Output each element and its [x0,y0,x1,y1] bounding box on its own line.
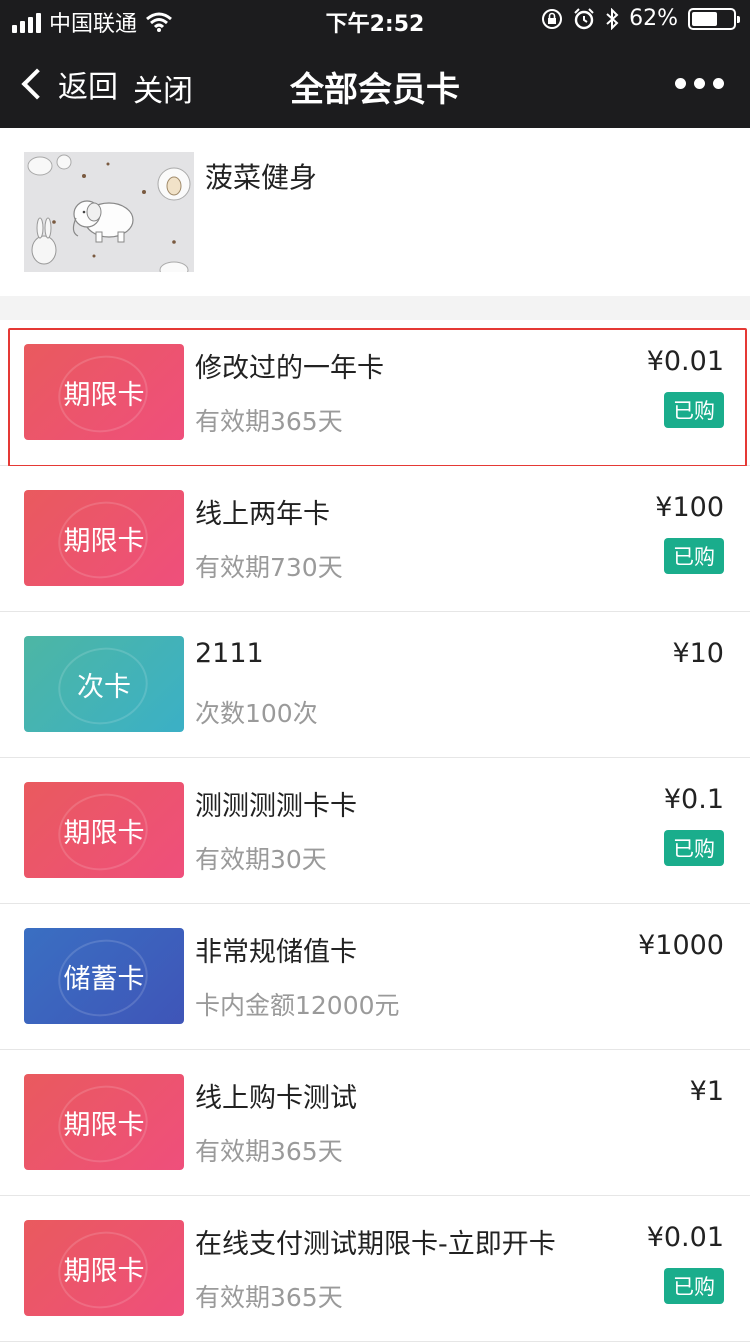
card-price: ¥10 [672,638,724,669]
card-subtitle: 有效期365天 [195,407,343,436]
card-title: 线上购卡测试 [195,1083,357,1114]
card-type-badge: 储蓄卡 [24,928,184,1024]
card-title: 非常规储值卡 [195,937,357,968]
purchased-tag: 已购 [664,1268,724,1304]
status-right: 62% [541,6,740,31]
purchased-tag: 已购 [664,538,724,574]
card-title: 修改过的一年卡 [195,353,384,384]
purchased-tag: 已购 [664,392,724,428]
section-divider [0,296,750,320]
card-type-badge: 期限卡 [24,1074,184,1170]
nav-bar: 返回 关闭 全部会员卡 [0,40,750,128]
card-price: ¥100 [655,492,724,523]
card-row[interactable]: 期限卡 修改过的一年卡 有效期365天 ¥0.01 已购 [0,320,750,467]
page-title: 全部会员卡 [290,70,460,110]
store-name: 菠菜健身 [205,161,318,194]
card-price: ¥0.01 [646,346,724,377]
card-title: 2111 [195,638,264,669]
card-type-badge: 期限卡 [24,782,184,878]
card-row[interactable]: 次卡 2111 次数100次 ¥10 [0,612,750,758]
store-thumbnail [24,152,194,272]
elephant-pattern-image [24,152,194,272]
card-list: 期限卡 修改过的一年卡 有效期365天 ¥0.01 已购 期限卡 线上两年卡 有… [0,320,750,1342]
card-row[interactable]: 储蓄卡 非常规储值卡 卡内金额12000元 ¥1000 [0,904,750,1050]
card-title: 在线支付测试期限卡-立即开卡 [195,1229,556,1260]
card-price: ¥0.1 [663,784,724,815]
card-subtitle: 有效期30天 [195,845,327,874]
card-row[interactable]: 期限卡 测测测测卡卡 有效期30天 ¥0.1 已购 [0,758,750,904]
card-price: ¥1 [689,1076,724,1107]
card-row[interactable]: 期限卡 在线支付测试期限卡-立即开卡 有效期365天 ¥0.01 已购 [0,1196,750,1342]
card-subtitle: 有效期365天 [195,1137,343,1166]
battery-icon [688,7,740,30]
more-dots-icon[interactable] [675,78,724,89]
status-bar: 中国联通 下午2:52 62% [0,0,750,40]
card-price: ¥0.01 [646,1222,724,1253]
card-title: 测测测测卡卡 [195,791,357,822]
alarm-icon [574,7,594,29]
card-subtitle: 卡内金额12000元 [195,991,400,1020]
card-subtitle: 有效期730天 [195,553,343,582]
purchased-tag: 已购 [664,830,724,866]
card-type-badge: 期限卡 [24,344,184,440]
card-type-badge: 期限卡 [24,490,184,586]
card-row[interactable]: 期限卡 线上两年卡 有效期730天 ¥100 已购 [0,466,750,612]
card-type-badge: 期限卡 [24,1220,184,1316]
rotation-lock-icon [542,8,563,29]
card-subtitle: 有效期365天 [195,1283,343,1312]
card-row[interactable]: 期限卡 线上购卡测试 有效期365天 ¥1 [0,1050,750,1196]
store-header: 菠菜健身 [0,128,750,296]
card-price: ¥1000 [638,930,724,961]
battery-percent: 62% [629,6,678,31]
card-type-badge: 次卡 [24,636,184,732]
card-subtitle: 次数100次 [195,699,318,728]
bluetooth-icon [606,7,619,30]
card-title: 线上两年卡 [195,499,330,530]
